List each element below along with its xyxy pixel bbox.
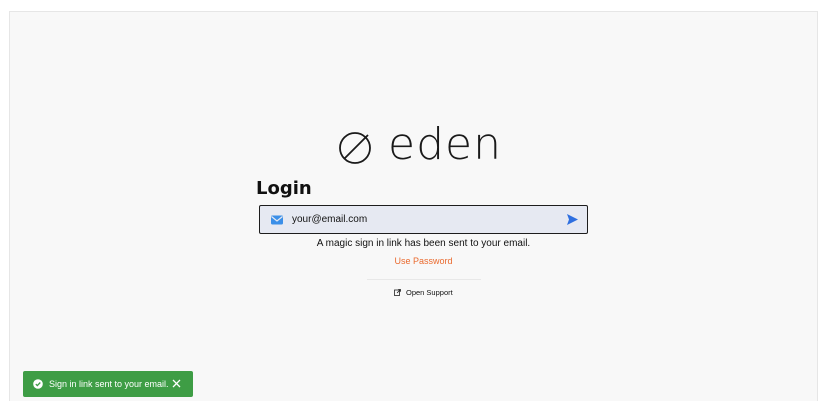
eden-logo-icon: [339, 132, 371, 164]
support-label: Open Support: [406, 288, 453, 297]
external-link-icon: [394, 289, 401, 296]
check-circle-icon: [33, 379, 43, 389]
send-icon[interactable]: [566, 213, 579, 226]
success-toast: Sign in link sent to your email.: [23, 371, 193, 397]
email-input[interactable]: [292, 209, 562, 230]
open-support-link[interactable]: Open Support: [394, 288, 453, 297]
toast-message: Sign in link sent to your email.: [49, 379, 169, 389]
email-field[interactable]: [259, 205, 588, 234]
brand-logo: eden: [338, 120, 502, 170]
page-title: Login: [256, 178, 312, 199]
divider: [367, 279, 481, 280]
mail-icon: [271, 215, 283, 224]
brand-name: eden: [388, 119, 502, 170]
magic-link-sent-message: A magic sign in link has been sent to yo…: [316, 238, 531, 249]
use-password-link[interactable]: Use Password: [0, 256, 827, 266]
close-icon[interactable]: [172, 379, 181, 388]
